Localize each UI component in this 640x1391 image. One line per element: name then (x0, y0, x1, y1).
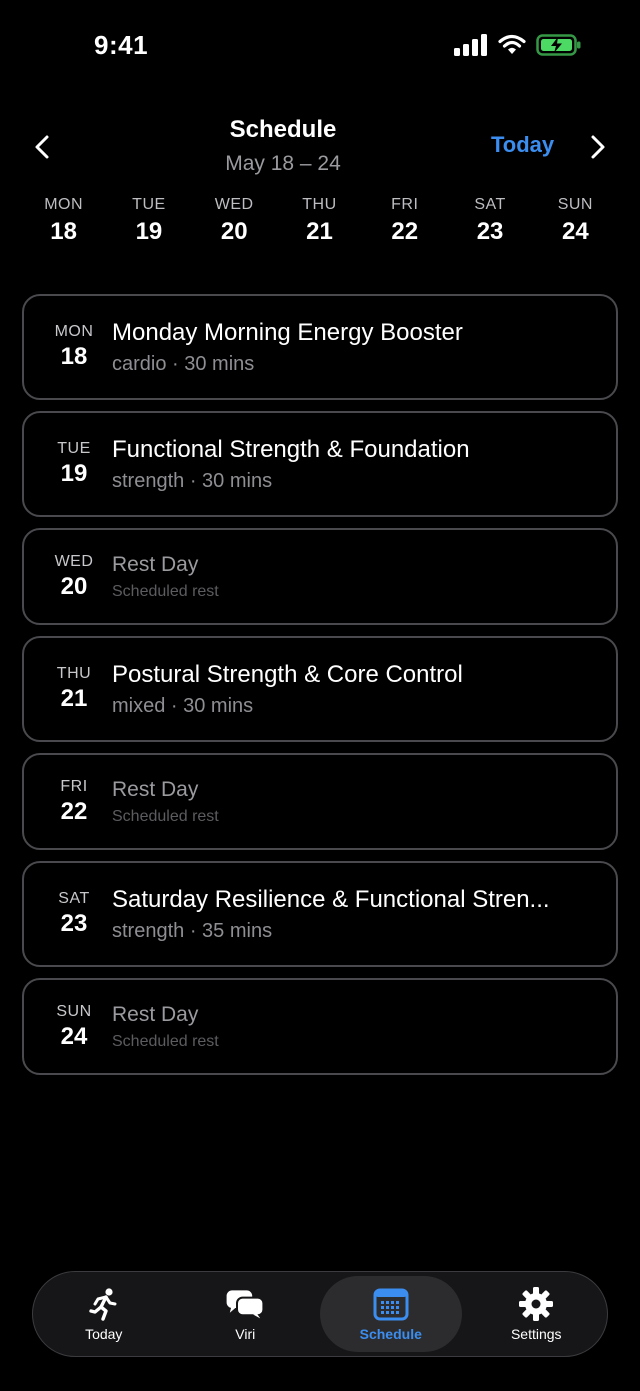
week-day-label: THU (302, 196, 337, 213)
tab-today[interactable]: Today (33, 1276, 175, 1352)
workout-title: Functional Strength & Foundation (112, 435, 470, 463)
workout-card[interactable]: SAT 23 Saturday Resilience & Functional … (22, 861, 618, 967)
card-date: THU 21 (24, 665, 124, 713)
card-date: MON 18 (24, 323, 124, 371)
card-day-number: 19 (60, 460, 88, 487)
card-date: SAT 23 (24, 890, 124, 938)
card-day-label: SAT (58, 890, 90, 907)
card-body: Saturday Resilience & Functional Stren..… (112, 886, 616, 943)
card-day-label: FRI (60, 777, 88, 795)
week-day-label: FRI (391, 196, 419, 213)
card-body: Rest Day Scheduled rest (112, 553, 616, 601)
week-day-label: MON (44, 196, 84, 213)
week-day-label: WED (214, 196, 254, 213)
workout-title: Postural Strength & Core Control (112, 660, 463, 688)
card-day-label: TUE (57, 440, 91, 457)
card-date: TUE 19 (24, 440, 124, 488)
status-time: 9:41 (94, 30, 149, 60)
week-day-number: 24 (561, 218, 589, 245)
week-day-thu[interactable]: THU 21 (277, 196, 362, 246)
runner-icon (84, 1286, 124, 1322)
rest-day-meta: Scheduled rest (112, 807, 219, 825)
card-day-number: 18 (60, 343, 88, 370)
card-day-label: MON (54, 323, 94, 340)
card-day-label: SUN (56, 1002, 92, 1020)
card-date: FRI 22 (24, 778, 124, 826)
week-day-sun[interactable]: SUN 24 (533, 196, 618, 246)
workout-title: Monday Morning Energy Booster (112, 318, 463, 346)
tab-label: Viri (235, 1326, 256, 1342)
week-day-number: 20 (220, 218, 248, 245)
tab-label: Today (85, 1326, 123, 1342)
tab-label: Schedule (359, 1326, 422, 1342)
week-day-sat[interactable]: SAT 23 (447, 196, 532, 246)
workout-card[interactable]: MON 18 Monday Morning Energy Booster car… (22, 294, 618, 400)
week-strip: MON 18 TUE 19 WED 20 THU 21 FRI 22 SAT 2… (21, 196, 618, 246)
workout-meta: strength · 30 mins (112, 469, 273, 492)
rest-day-title: Rest Day (112, 1002, 199, 1026)
card-body: Rest Day Scheduled rest (112, 778, 616, 826)
rest-day-meta: Scheduled rest (112, 1032, 219, 1050)
workout-title: Saturday Resilience & Functional Stren..… (112, 885, 550, 913)
rest-day-meta: Scheduled rest (112, 582, 219, 600)
card-body: Monday Morning Energy Booster cardio · 3… (112, 319, 616, 376)
cellular-signal-icon (454, 34, 487, 56)
tab-bar: Today Viri Schedule Settings (32, 1271, 608, 1357)
card-date: WED 20 (24, 553, 124, 601)
card-day-number: 20 (60, 572, 88, 600)
battery-charging-icon (536, 34, 581, 56)
week-day-fri[interactable]: FRI 22 (362, 196, 447, 246)
card-body: Functional Strength & Foundation strengt… (112, 436, 616, 493)
date-range: May 18 – 24 (225, 152, 341, 175)
chat-bubbles-icon (225, 1286, 265, 1322)
rest-day-card[interactable]: SUN 24 Rest Day Scheduled rest (22, 978, 618, 1075)
week-day-label: SUN (557, 196, 593, 213)
workout-meta: strength · 35 mins (112, 919, 273, 942)
schedule-list: MON 18 Monday Morning Energy Booster car… (22, 294, 618, 1086)
card-day-label: WED (54, 552, 94, 570)
card-body: Rest Day Scheduled rest (112, 1003, 616, 1051)
week-day-number: 21 (306, 218, 333, 245)
week-day-label: SAT (474, 196, 506, 213)
calendar-icon (371, 1286, 411, 1322)
week-day-wed[interactable]: WED 20 (192, 196, 277, 246)
card-day-label: THU (56, 665, 92, 682)
week-day-mon[interactable]: MON 18 (21, 196, 106, 246)
week-day-number: 18 (50, 218, 77, 245)
workout-card[interactable]: TUE 19 Functional Strength & Foundation … (22, 411, 618, 517)
workout-meta: mixed · 30 mins (112, 694, 254, 717)
card-day-number: 24 (60, 1022, 88, 1050)
rest-day-card[interactable]: WED 20 Rest Day Scheduled rest (22, 528, 618, 625)
tab-label: Settings (510, 1326, 562, 1342)
tab-settings[interactable]: Settings (466, 1276, 608, 1352)
card-body: Postural Strength & Core Control mixed ·… (112, 661, 616, 718)
gear-icon (516, 1286, 556, 1322)
today-button[interactable]: Today (491, 132, 554, 158)
page-title: Schedule (229, 116, 337, 143)
card-day-number: 23 (60, 910, 88, 937)
schedule-header: Schedule May 18 – 24 Today (0, 110, 640, 190)
card-day-number: 21 (60, 685, 88, 712)
status-icons (454, 34, 582, 56)
week-day-tue[interactable]: TUE 19 (106, 196, 191, 246)
workout-meta: cardio · 30 mins (112, 352, 255, 375)
wifi-icon (498, 34, 526, 54)
week-day-number: 19 (135, 218, 163, 245)
next-week-button[interactable] (582, 132, 612, 162)
status-bar: 9:41 (0, 0, 640, 95)
rest-day-title: Rest Day (112, 777, 199, 801)
card-day-number: 22 (60, 797, 88, 825)
week-day-number: 23 (476, 218, 504, 245)
rest-day-title: Rest Day (112, 552, 199, 576)
week-day-number: 22 (391, 218, 419, 245)
tab-viri[interactable]: Viri (175, 1276, 317, 1352)
week-day-label: TUE (132, 196, 166, 213)
rest-day-card[interactable]: FRI 22 Rest Day Scheduled rest (22, 753, 618, 850)
tab-schedule[interactable]: Schedule (320, 1276, 462, 1352)
card-date: SUN 24 (24, 1003, 124, 1051)
workout-card[interactable]: THU 21 Postural Strength & Core Control … (22, 636, 618, 742)
